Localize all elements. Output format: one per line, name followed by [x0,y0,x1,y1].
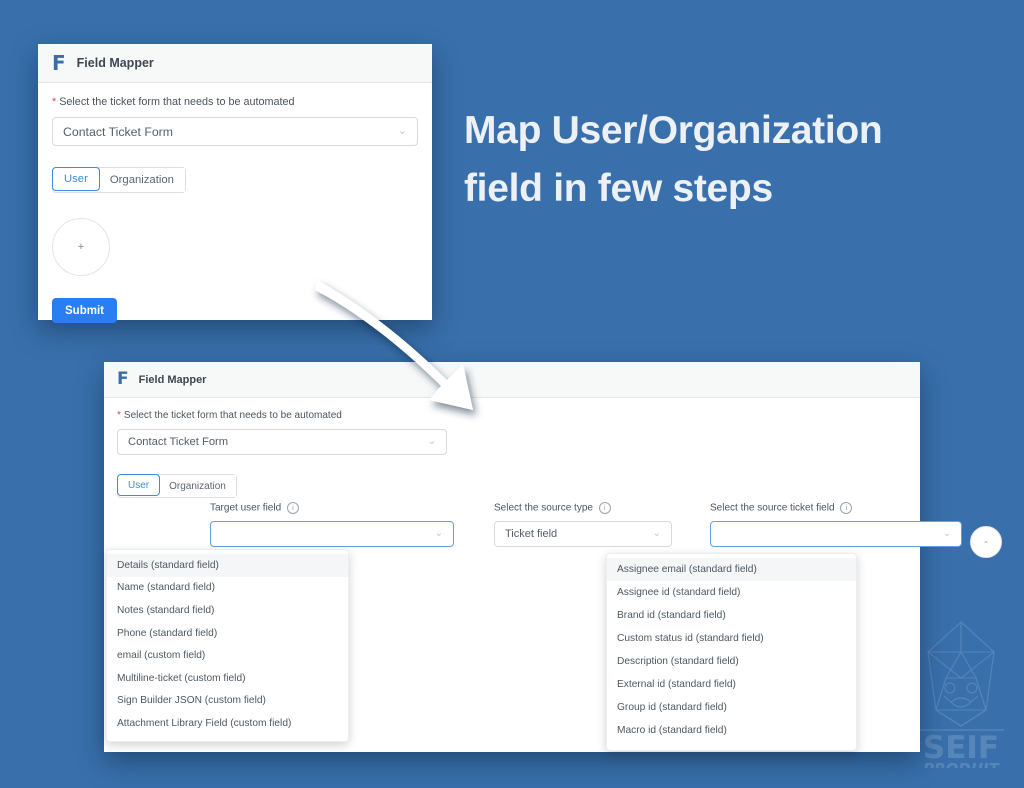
target-user-field-select[interactable]: ⌄ [210,521,454,547]
source-type-select[interactable]: Ticket field ⌄ [494,521,672,547]
dropdown-option[interactable]: Attachment Library Field (custom field) [107,712,348,735]
dropdown-option[interactable]: Custom status id (standard field) [607,627,856,650]
source-type-label-text: Select the source type [494,503,593,514]
card1-body: *Select the ticket form that needs to be… [38,83,432,323]
remove-mapping-row-button[interactable]: - [970,526,1002,558]
info-icon[interactable]: i [287,502,299,514]
dropdown-option[interactable]: Multiline-ticket (custom field) [107,667,348,690]
field-mapper-logo-icon: F [117,371,129,388]
card2-ticket-form-select[interactable]: Contact Ticket Form ⌄ [117,429,447,455]
target-user-field-column: Target user field i ⌄ [210,502,454,547]
chevron-down-icon: ⌄ [653,529,661,539]
chevron-down-icon: ⌄ [943,529,951,539]
info-icon[interactable]: i [599,502,611,514]
card2-form-label: *Select the ticket form that needs to be… [117,410,907,421]
field-mapper-logo-icon: F [52,53,66,73]
tab-organization[interactable]: Organization [99,168,185,192]
field-mapper-card-step1: F Field Mapper *Select the ticket form t… [38,44,432,320]
tab-user[interactable]: User [117,474,160,496]
chevron-down-icon: ⌄ [398,126,407,137]
tab-user[interactable]: User [52,167,100,191]
card2-app-title: Field Mapper [139,374,207,386]
add-mapping-button[interactable]: + [52,218,110,276]
card1-ticket-form-select[interactable]: Contact Ticket Form ⌄ [52,117,418,146]
dropdown-option[interactable]: Macro id (standard field) [607,719,856,742]
headline: Map User/Organization field in few steps [464,102,1012,217]
source-type-value: Ticket field [505,528,557,540]
source-ticket-field-column: Select the source ticket field i ⌄ [710,502,962,547]
dropdown-option[interactable]: Brand id (standard field) [607,604,856,627]
dropdown-option[interactable]: Phone (standard field) [107,622,348,645]
card2-ticket-form-value: Contact Ticket Form [128,436,228,448]
dropdown-option[interactable]: Name (standard field) [107,577,348,600]
source-type-column: Select the source type i Ticket field ⌄ [494,502,672,547]
card2-form-label-text: Select the ticket form that needs to be … [124,410,342,421]
dropdown-option[interactable]: Group id (standard field) [607,696,856,719]
card2-header: F Field Mapper [104,362,920,398]
chevron-down-icon: ⌄ [435,529,443,539]
dropdown-option[interactable]: Assignee id (standard field) [607,581,856,604]
target-user-field-label: Target user field i [210,502,454,514]
card1-app-title: Field Mapper [77,56,154,70]
chevron-down-icon: ⌄ [428,437,436,447]
dropdown-option[interactable]: Notes (standard field) [107,599,348,622]
info-icon[interactable]: i [840,502,852,514]
dropdown-option[interactable]: Assignee email (standard field) [607,558,856,581]
tab-organization[interactable]: Organization [159,475,236,497]
dropdown-option[interactable]: Sign Builder JSON (custom field) [107,690,348,713]
watermark-sub: PRODUIT [923,760,1001,768]
card1-form-label-text: Select the ticket form that needs to be … [59,96,294,108]
source-ticket-field-dropdown: Assignee email (standard field)Assignee … [606,553,857,751]
card1-entity-tabs: User Organization [52,167,186,193]
dropdown-option[interactable]: Description (standard field) [607,650,856,673]
target-user-field-label-text: Target user field [210,503,281,514]
card1-header: F Field Mapper [38,44,432,83]
dropdown-option[interactable]: External id (standard field) [607,673,856,696]
submit-button[interactable]: Submit [52,298,117,323]
card2-entity-tabs: User Organization [117,474,237,498]
source-ticket-field-label-text: Select the source ticket field [710,503,835,514]
required-marker-icon: * [117,410,121,421]
required-marker-icon: * [52,96,56,108]
headline-line-1: Map User/Organization [464,109,882,152]
headline-line-2: field in few steps [464,160,1012,218]
dropdown-option[interactable]: email (custom field) [107,644,348,667]
source-type-label: Select the source type i [494,502,672,514]
card1-ticket-form-value: Contact Ticket Form [63,125,173,139]
target-user-field-dropdown: Details (standard field)Name (standard f… [106,549,349,742]
source-ticket-field-select[interactable]: ⌄ [710,521,962,547]
seif-produit-watermark: SEIF PRODUIT [906,618,1016,768]
dropdown-option[interactable]: Details (standard field) [107,554,348,577]
card1-form-label: *Select the ticket form that needs to be… [52,96,418,108]
source-ticket-field-label: Select the source ticket field i [710,502,962,514]
watermark-brand: SEIF [923,730,999,766]
